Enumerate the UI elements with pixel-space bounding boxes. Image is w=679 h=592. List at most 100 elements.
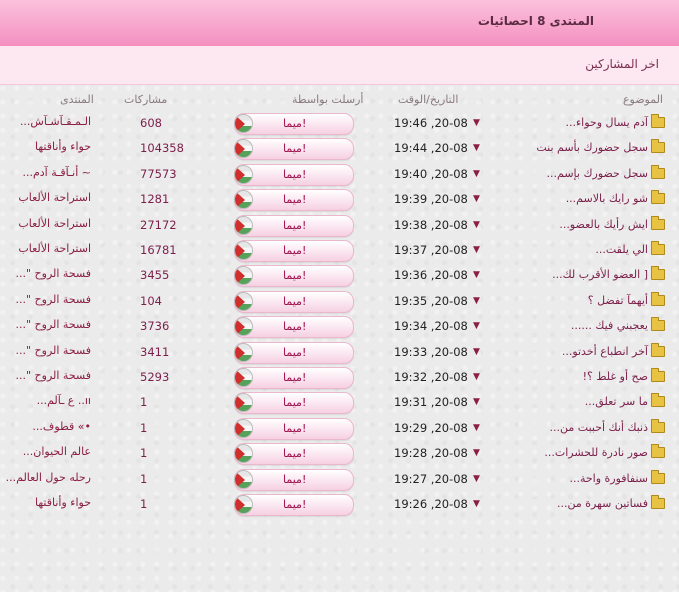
forum-link[interactable]: فسحة الروح "... — [15, 267, 91, 280]
caret-down-icon[interactable]: ▼ — [473, 474, 480, 484]
topic-link[interactable]: شو رايك بالاسم... — [566, 190, 665, 205]
caret-down-icon[interactable]: ▼ — [473, 220, 480, 230]
post-count: 1 — [140, 420, 148, 435]
topic-link[interactable]: صور نادرة للحشرات... — [544, 444, 665, 459]
forum-link[interactable]: حواء وأناقتها — [35, 496, 91, 509]
caret-down-icon[interactable]: ▼ — [473, 118, 480, 128]
caret-down-icon[interactable]: ▼ — [473, 245, 480, 255]
topic-link[interactable]: سجل حضورك بإسم... — [547, 164, 665, 180]
caret-down-icon[interactable]: ▼ — [473, 194, 480, 204]
sender-badge[interactable]: ميما! — [234, 392, 354, 415]
topic-link[interactable]: أيهمآ تفضل ؟ — [587, 291, 665, 307]
topic-title: يعجبني فيك ...... — [570, 319, 648, 333]
folder-icon — [651, 342, 665, 357]
post-count: 27172 — [140, 217, 177, 232]
topic-link[interactable]: [ العضو الأقرب لك... — [552, 266, 665, 282]
sender-badge[interactable]: ميما! — [234, 214, 354, 237]
sender-name: ميما! — [283, 193, 307, 207]
sender-badge[interactable]: ميما! — [234, 163, 354, 186]
flag-icon — [234, 469, 253, 489]
caret-down-icon[interactable]: ▼ — [473, 143, 480, 153]
sender-badge[interactable]: ميما! — [234, 240, 354, 262]
forum-link[interactable]: استراحة الألعاب — [18, 217, 91, 230]
topic-link[interactable]: الي يلقت... — [595, 241, 665, 256]
topic-link[interactable]: سنفافورة واحة... — [569, 469, 665, 485]
post-date: 19:34 ,20-08 — [394, 319, 468, 334]
sender-badge[interactable]: ميما! — [234, 494, 354, 516]
topic-link[interactable]: ما سر تعلق... — [584, 393, 665, 409]
topic-title: ما سر تعلق... — [584, 395, 648, 409]
forum-link[interactable]: استراحة الألعاب — [18, 191, 91, 204]
sender-name: ميما! — [283, 421, 307, 435]
sender-badge[interactable]: ميما! — [234, 417, 354, 440]
sender-badge[interactable]: ميما! — [234, 443, 354, 466]
forum-link[interactable]: فسحة الروح "... — [15, 293, 91, 306]
sender-badge[interactable]: ميما! — [234, 113, 354, 135]
forum-link[interactable]: فسحة الروح "... — [15, 318, 91, 331]
topic-link[interactable]: ايش رأيك بالعضو... — [559, 215, 665, 231]
forum-link[interactable]: فسحة الروح "... — [15, 369, 91, 382]
flag-icon — [234, 444, 253, 464]
sender-badge[interactable]: ميما! — [234, 290, 354, 313]
table-row: [ العضو الأقرب لك... ▼ 19:36 ,20-08 ميما! 34… — [0, 264, 679, 289]
topic-link[interactable]: آخر انطباع أخدتو... — [561, 342, 665, 358]
topic-link[interactable]: يعجبني فيك ...... — [570, 317, 665, 333]
topic-title: ايش رأيك بالعضو... — [559, 217, 648, 231]
forum-link[interactable]: عالم الحيوان... — [23, 445, 91, 458]
topic-title: ذنبك أنك أحببت من... — [549, 420, 648, 434]
latest-posters-bar: اخر المشاركين — [0, 46, 679, 85]
flag-icon — [234, 266, 253, 286]
topic-title: أيهمآ تفضل ؟ — [587, 293, 648, 307]
forum-link[interactable]: •» قطوف... — [32, 420, 91, 433]
topic-link[interactable]: ذنبك أنك أحببت من... — [549, 418, 665, 434]
caret-down-icon[interactable]: ▼ — [473, 372, 480, 382]
topic-link[interactable]: سجل حضورك بأسم بنت — [536, 139, 665, 154]
topic-title: [ العضو الأقرب لك... — [552, 268, 648, 282]
sender-badge[interactable]: ميما! — [234, 265, 354, 288]
sender-badge[interactable]: ميما! — [234, 367, 354, 389]
caret-down-icon[interactable]: ▼ — [473, 296, 480, 306]
post-count: 3455 — [140, 268, 170, 283]
topic-link[interactable]: صح أو غلط ؟! — [583, 368, 665, 383]
column-header-forum: المنتدى — [60, 93, 94, 106]
sender-badge[interactable]: ميما! — [234, 138, 354, 161]
forum-link[interactable]: رحله حول العالم... — [6, 471, 91, 484]
forum-link[interactable]: استراحة الألعاب — [18, 242, 91, 255]
sender-name: ميما! — [283, 447, 307, 461]
caret-down-icon[interactable]: ▼ — [473, 347, 480, 357]
topic-link[interactable]: فساتين سهرة من... — [557, 495, 665, 510]
sender-badge[interactable]: ميما! — [234, 189, 354, 212]
forum-link[interactable]: الـمـقـآشـآش... — [20, 115, 91, 128]
sender-badge[interactable]: ميما! — [234, 341, 354, 364]
flag-icon — [234, 164, 253, 184]
table-row: الي يلقت... ▼ 19:37 ,20-08 ميما! 16781 استراح… — [0, 239, 679, 264]
forum-link[interactable]: ıı.. ع ـآلم... — [37, 394, 91, 407]
caret-down-icon[interactable]: ▼ — [473, 270, 480, 280]
caret-down-icon[interactable]: ▼ — [473, 321, 480, 331]
sender-badge[interactable]: ميما! — [234, 316, 354, 339]
post-date: 19:36 ,20-08 — [394, 268, 468, 283]
caret-down-icon[interactable]: ▼ — [473, 448, 480, 458]
caret-down-icon[interactable]: ▼ — [473, 423, 480, 433]
sender-badge[interactable]: ميما! — [234, 468, 354, 491]
caret-down-icon[interactable]: ▼ — [473, 397, 480, 407]
post-date: 19:39 ,20-08 — [394, 192, 468, 207]
latest-posters-title: اخر المشاركين — [585, 57, 659, 71]
topic-link[interactable]: آدم يسال وحواء... — [566, 114, 665, 129]
post-count: 16781 — [140, 243, 177, 257]
forum-link[interactable]: ~ أنـآقـة آدم... — [22, 166, 91, 179]
column-header-date: التاريخ/الوقت — [398, 93, 459, 106]
flag-icon — [234, 215, 253, 235]
topic-title: آخر انطباع أخدتو... — [561, 344, 648, 358]
caret-down-icon[interactable]: ▼ — [473, 169, 480, 179]
folder-icon — [651, 190, 665, 205]
flag-icon — [234, 114, 253, 133]
caret-down-icon[interactable]: ▼ — [473, 499, 480, 509]
forum-link[interactable]: فسحة الروح "... — [15, 344, 91, 357]
post-date: 19:35 ,20-08 — [394, 293, 468, 308]
sender-name: ميما! — [283, 117, 307, 130]
folder-icon — [651, 241, 665, 255]
forum-link[interactable]: حواء وأناقتها — [35, 140, 91, 153]
folder-icon — [651, 444, 665, 459]
table-row: فساتين سهرة من... ▼ 19:26 ,20-08 ميما! 1 حواء… — [0, 493, 679, 518]
